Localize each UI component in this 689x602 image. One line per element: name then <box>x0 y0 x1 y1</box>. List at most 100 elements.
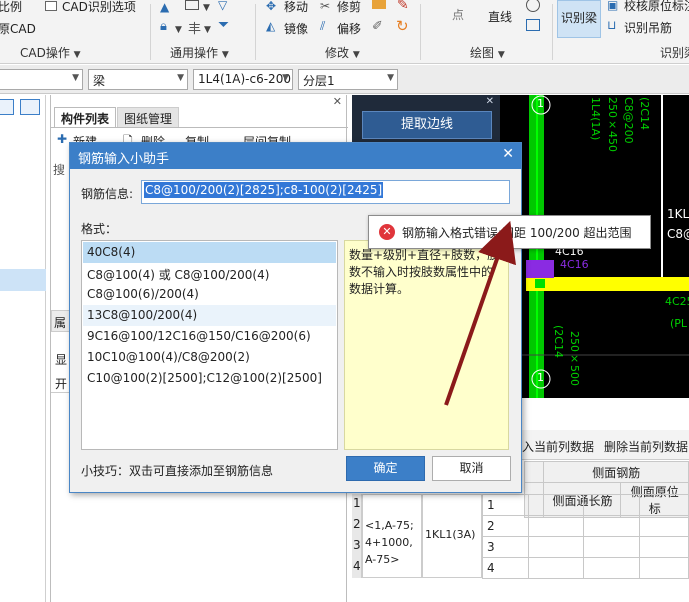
delete-column-button[interactable]: 删除当前列数据 <box>604 438 688 455</box>
tip-text: 小技巧：双击可直接添加至钢筋信息 <box>81 464 274 478</box>
green-marker <box>535 279 545 288</box>
circle-icon[interactable] <box>526 0 540 12</box>
rect-icon[interactable] <box>526 19 540 31</box>
search-label: 搜 <box>53 163 66 177</box>
lock-dropdown-icon[interactable]: ▼ <box>175 21 182 35</box>
list-item[interactable]: 40C8(4) <box>83 242 336 263</box>
filter-icon[interactable]: ▽ <box>218 0 227 12</box>
type-combo[interactable]: 梁 ▼ <box>88 69 188 90</box>
list-item[interactable]: C8@100(6)/200(4) <box>83 284 336 305</box>
ribbon-original-cad[interactable]: 原CAD <box>0 20 36 37</box>
group-modify: 修改 ▼ <box>325 46 360 60</box>
row-number[interactable]: 3 <box>353 538 361 552</box>
ribbon-scale[interactable]: 比例 <box>0 0 22 15</box>
axis-dropdown-icon[interactable]: ▼ <box>204 21 211 35</box>
format-label: 格式： <box>81 222 118 236</box>
cad-label: C8@ <box>667 227 689 241</box>
line-button[interactable]: 直线 <box>488 8 512 25</box>
dialog-title: 钢筋输入小助手 <box>78 152 170 167</box>
funnel-icon[interactable]: ⏷ <box>218 17 229 33</box>
extend-icon[interactable] <box>372 0 386 9</box>
list-item[interactable]: C10@100(2)[2500];C12@100(2)[2500] <box>83 368 336 389</box>
cancel-button[interactable]: 取消 <box>432 456 511 481</box>
component-combo[interactable]: 1L4(1A)-c6-200 ▼ <box>193 69 293 90</box>
cad-label: (PL <box>670 317 688 330</box>
row-number[interactable]: 2 <box>353 517 361 531</box>
move-button[interactable]: 移动 <box>284 0 308 15</box>
error-tooltip: ✕ 钢筋输入格式错误:间距 100/200 超出范围 <box>368 215 651 249</box>
chevron-down-icon: ▼ <box>72 73 79 83</box>
grid-body: 1 2 3 4 <box>482 494 689 579</box>
axis-label: 1 <box>537 371 544 384</box>
sub-row-number: 4 <box>482 557 529 579</box>
list-item[interactable]: 10C10@100(4)/C8@200(2) <box>83 347 336 368</box>
show-label: 显 <box>55 353 68 367</box>
mirror-button[interactable]: 镜像 <box>284 20 308 37</box>
selected-nav-item[interactable] <box>0 269 46 291</box>
insert-column-button[interactable]: 入当前列数据 <box>522 438 594 455</box>
verify-original-button[interactable]: 校核原位标注 <box>624 0 689 14</box>
list-item[interactable]: C8@100(4) 或 C8@100/200(4) <box>83 263 336 284</box>
list-item[interactable]: 9C16@100/12C16@150/C16@200(6) <box>83 326 336 347</box>
break-icon[interactable]: ✐ <box>372 19 383 34</box>
chevron-down-icon: ▼ <box>282 73 289 83</box>
row-number[interactable]: 4 <box>353 559 361 573</box>
pick-icon[interactable]: ▲ <box>160 0 169 14</box>
move-icon: ✥ <box>266 0 277 13</box>
tab-drawing-management[interactable]: 图纸管理 <box>117 107 180 127</box>
rotate-icon[interactable]: ↻ <box>396 17 409 35</box>
offset-button[interactable]: 偏移 <box>337 20 361 37</box>
mirror-icon: ◭ <box>266 19 276 33</box>
lock-icon[interactable]: 🔒︎ <box>160 19 167 34</box>
cad-label: C8@200 <box>622 97 635 144</box>
component-combo-value: 1L4(1A)-c6-200 <box>198 72 291 86</box>
cad-label-group: 250×450 <box>606 97 619 152</box>
layer-dropdown-icon[interactable]: ▼ <box>203 0 210 13</box>
cad-label: 4C16 <box>560 258 589 271</box>
row-header: 1 2 3 4 <box>352 494 362 578</box>
format-list[interactable]: 40C8(4) C8@100(4) 或 C8@100/200(4) C8@100… <box>81 240 338 450</box>
close-icon[interactable]: ✕ <box>502 146 514 162</box>
cad-label-group: (2C14 <box>552 325 565 358</box>
property-tab[interactable]: 属 <box>51 310 71 332</box>
cad-label: 250×450 <box>606 97 619 152</box>
error-icon: ✕ <box>379 224 395 240</box>
table-row[interactable]: 2 <box>482 515 689 537</box>
grid-view-icon[interactable] <box>20 99 40 115</box>
ok-button[interactable]: 确定 <box>346 456 425 481</box>
cad-label: (2C14 <box>552 325 565 358</box>
cad-label: 4C25 <box>665 295 689 308</box>
list-item[interactable]: 13C8@100/200(4) <box>83 305 336 326</box>
layer-combo[interactable]: 分层1 ▼ <box>298 69 398 90</box>
trim-button[interactable]: 修剪 <box>337 0 361 15</box>
pen-icon[interactable]: ✎ <box>397 0 409 13</box>
row-number[interactable]: 1 <box>353 496 361 510</box>
identify-beam-button[interactable]: 识别梁 <box>557 0 601 38</box>
purple-marker <box>526 260 554 278</box>
offset-icon: ⫽ <box>320 19 326 33</box>
chevron-down-icon: ▼ <box>177 73 184 83</box>
axis-label: 1 <box>537 97 544 110</box>
rebar-info-input[interactable]: C8@100/200(2)[2825];c8-100(2)[2425] <box>141 180 510 204</box>
dialog-title-bar[interactable]: 钢筋输入小助手 ✕ <box>70 143 521 169</box>
list-view-icon[interactable] <box>0 99 14 115</box>
table-row[interactable]: 1 <box>482 494 689 516</box>
cad-label-group: 1L4(1A) <box>588 97 602 140</box>
table-row[interactable]: 3 <box>482 536 689 558</box>
new-icon: ✚ <box>57 132 68 146</box>
cad-options-icon <box>45 1 57 11</box>
table-row[interactable]: 4 <box>482 557 689 579</box>
point-button[interactable]: 点 <box>452 6 464 23</box>
extract-edge-button[interactable]: 提取边线 <box>362 111 492 139</box>
tab-component-list[interactable]: 构件列表 <box>54 107 117 127</box>
layer-icon[interactable] <box>185 0 199 10</box>
cad-options-button[interactable]: CAD识别选项 <box>62 0 136 15</box>
axis-icon[interactable]: 丰 <box>188 18 201 37</box>
separator <box>255 4 256 60</box>
close-icon[interactable]: ✕ <box>333 95 342 108</box>
floor-combo[interactable]: ▼ <box>0 69 83 90</box>
component-cell[interactable]: 1KL1(3A) <box>422 494 482 578</box>
location-cell[interactable]: <1,A-75; 4+1000, A-75> <box>362 494 422 578</box>
close-icon[interactable]: ✕ <box>486 96 494 107</box>
identify-hanger-button[interactable]: 识别吊筋 <box>624 19 672 36</box>
